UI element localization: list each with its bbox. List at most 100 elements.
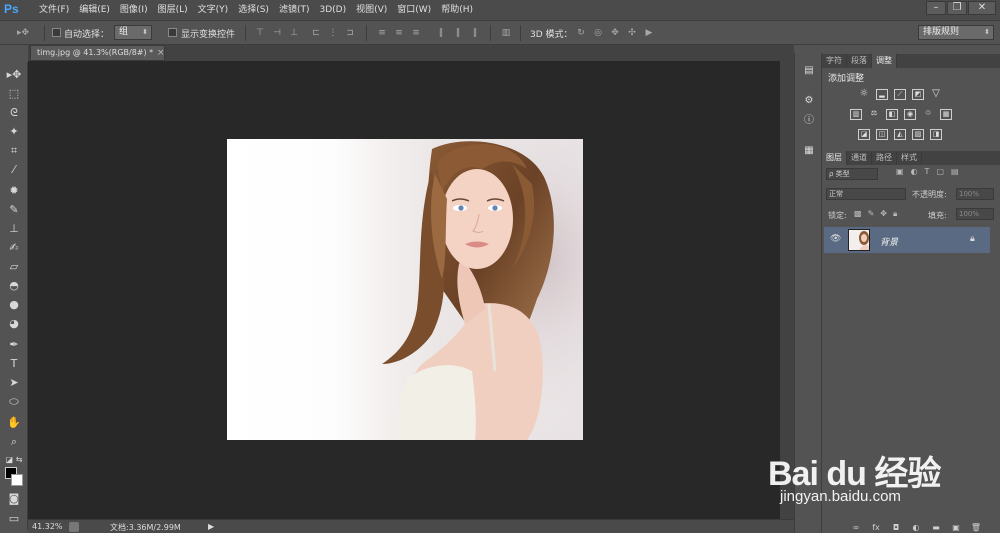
dodge-tool-icon[interactable]: ◕ — [4, 315, 24, 333]
history-brush-tool-icon[interactable]: ✍ — [4, 239, 24, 257]
brightness-icon[interactable]: ☼ — [858, 89, 870, 100]
menu-help[interactable]: 帮助(H) — [436, 0, 478, 20]
tab-paragraph[interactable]: 段落 — [847, 54, 872, 68]
menu-3d[interactable]: 3D(D) — [314, 0, 351, 20]
lock-pixels-icon[interactable]: ✎ — [868, 209, 875, 219]
navigator-panel-icon[interactable]: ▦ — [800, 143, 818, 159]
menu-window[interactable]: 窗口(W) — [392, 0, 436, 20]
tab-paths[interactable]: 路径 — [872, 151, 897, 165]
hue-saturation-icon[interactable]: ▥ — [850, 109, 862, 120]
quick-select-tool-icon[interactable]: ✦ — [4, 123, 24, 141]
zoom-tool-icon[interactable]: ⌕ — [4, 433, 24, 451]
channel-mixer-icon[interactable]: ♲ — [922, 109, 934, 120]
fill-field[interactable]: 100% — [956, 208, 994, 220]
posterize-icon[interactable]: ◫ — [876, 129, 888, 140]
screen-mode-icon[interactable]: ▭ — [4, 510, 24, 528]
menu-select[interactable]: 选择(S) — [233, 0, 274, 20]
color-lookup-icon[interactable]: ▦ — [940, 109, 952, 120]
auto-select-checkbox[interactable] — [52, 28, 61, 37]
link-layers-icon[interactable]: ∞ — [850, 523, 862, 533]
lock-transparent-icon[interactable]: ▩ — [854, 209, 862, 219]
filter-adjust-icon[interactable]: ◐ — [911, 167, 918, 176]
new-adjustment-icon[interactable]: ◐ — [910, 523, 922, 533]
eyedropper-tool-icon[interactable]: ⁄ — [4, 161, 24, 179]
align-top-icon[interactable]: ⊤ — [254, 27, 266, 39]
align-bottom-icon[interactable]: ⊥ — [288, 27, 300, 39]
distribute-bottom-icon[interactable]: ≡ — [410, 27, 422, 39]
restore-button[interactable]: ❐ — [947, 1, 967, 15]
align-right-icon[interactable]: ⊐ — [344, 27, 356, 39]
tab-character[interactable]: 字符 — [822, 54, 847, 68]
drag-3d-icon[interactable]: ✥ — [609, 27, 621, 39]
distribute-vcenter-icon[interactable]: ≡ — [393, 27, 405, 39]
blend-mode-dropdown[interactable]: 正常 — [826, 188, 906, 200]
clone-stamp-tool-icon[interactable]: ⊥ — [4, 220, 24, 238]
distribute-left-icon[interactable]: ‖ — [435, 27, 447, 39]
tab-channels[interactable]: 通道 — [847, 151, 872, 165]
brush-tool-icon[interactable]: ✎ — [4, 201, 24, 219]
menu-view[interactable]: 视图(V) — [351, 0, 392, 20]
scale-3d-icon[interactable]: ▶ — [643, 27, 655, 39]
selective-color-icon[interactable]: ◨ — [930, 129, 942, 140]
workspace-dropdown[interactable]: 排版规则 — [918, 25, 994, 40]
close-tab-icon[interactable]: × — [157, 46, 165, 60]
info-panel-icon[interactable]: ⓘ — [800, 113, 818, 129]
background-color-swatch[interactable] — [11, 474, 23, 486]
move-tool-icon[interactable]: ▸✥ — [4, 66, 24, 84]
quick-mask-icon[interactable]: ◙ — [4, 490, 24, 508]
photo-filter-icon[interactable]: ◉ — [904, 109, 916, 120]
path-select-tool-icon[interactable]: ➤ — [4, 374, 24, 392]
align-left-icon[interactable]: ⊏ — [310, 27, 322, 39]
lock-position-icon[interactable]: ✥ — [880, 209, 887, 219]
roll-3d-icon[interactable]: ◎ — [592, 27, 604, 39]
menu-file[interactable]: 文件(F) — [34, 0, 74, 20]
menu-filter[interactable]: 滤镜(T) — [274, 0, 315, 20]
type-tool-icon[interactable]: T — [4, 355, 24, 373]
align-hcenter-icon[interactable]: ⋮ — [327, 27, 339, 39]
distribute-top-icon[interactable]: ≡ — [376, 27, 388, 39]
slide-3d-icon[interactable]: ✣ — [626, 27, 638, 39]
lasso-tool-icon[interactable]: ᘓ — [4, 104, 24, 122]
document-tab[interactable]: timg.jpg @ 41.3%(RGB/8#) * × — [30, 45, 165, 61]
vibrance-icon[interactable]: ▽ — [930, 89, 942, 100]
paint-bucket-tool-icon[interactable]: ◓ — [4, 277, 24, 295]
tab-adjustments[interactable]: 调整 — [872, 54, 897, 68]
curves-icon[interactable]: ⟋ — [894, 89, 906, 100]
filter-smart-icon[interactable]: ▤ — [951, 167, 959, 176]
filter-type-icon[interactable]: T — [925, 167, 930, 176]
color-balance-icon[interactable]: ⚖ — [868, 109, 880, 120]
layer-style-icon[interactable]: fx — [870, 523, 882, 533]
layer-filter-kind[interactable]: ρ 类型 — [826, 168, 878, 180]
distribute-right-icon[interactable]: ‖ — [469, 27, 481, 39]
new-group-icon[interactable]: ▬ — [930, 523, 942, 533]
close-button[interactable]: ✕ — [968, 1, 996, 15]
layer-row-background[interactable]: 👁︎ 背景 🔒︎ — [824, 227, 990, 253]
tab-styles[interactable]: 样式 — [897, 151, 922, 165]
align-vcenter-icon[interactable]: ⊣ — [271, 27, 283, 39]
menu-layer[interactable]: 图层(L) — [153, 0, 193, 20]
blur-tool-icon[interactable]: ● — [4, 296, 24, 314]
new-layer-icon[interactable]: ▣ — [950, 523, 962, 533]
move-tool-preset-icon[interactable]: ▸✥ — [14, 27, 32, 39]
zoom-level[interactable]: 41.32% — [32, 522, 63, 531]
history-panel-icon[interactable]: ▤ — [800, 63, 818, 79]
ellipse-tool-icon[interactable]: ⬭ — [4, 393, 24, 411]
menu-type[interactable]: 文字(Y) — [193, 0, 234, 20]
status-menu-arrow-icon[interactable]: ▶ — [208, 522, 214, 531]
canvas-area[interactable] — [28, 61, 780, 519]
invert-icon[interactable]: ◪ — [858, 129, 870, 140]
minimize-button[interactable]: – — [926, 1, 946, 15]
levels-icon[interactable]: ▂ — [876, 89, 888, 100]
gradient-map-icon[interactable]: ▨ — [912, 129, 924, 140]
menu-image[interactable]: 图像(I) — [115, 0, 153, 20]
black-white-icon[interactable]: ◧ — [886, 109, 898, 120]
marquee-tool-icon[interactable]: ⬚ — [4, 85, 24, 103]
pen-tool-icon[interactable]: ✒ — [4, 336, 24, 354]
auto-select-dropdown[interactable]: 组 — [114, 25, 152, 40]
crop-tool-icon[interactable]: ⌗ — [4, 142, 24, 160]
actions-panel-icon[interactable]: ⚙ — [800, 93, 818, 109]
visibility-eye-icon[interactable]: 👁︎ — [830, 234, 841, 244]
opacity-field[interactable]: 100% — [956, 188, 994, 200]
lock-all-icon[interactable]: 🔒︎ — [893, 209, 897, 219]
hand-tool-icon[interactable]: ✋ — [4, 414, 24, 432]
